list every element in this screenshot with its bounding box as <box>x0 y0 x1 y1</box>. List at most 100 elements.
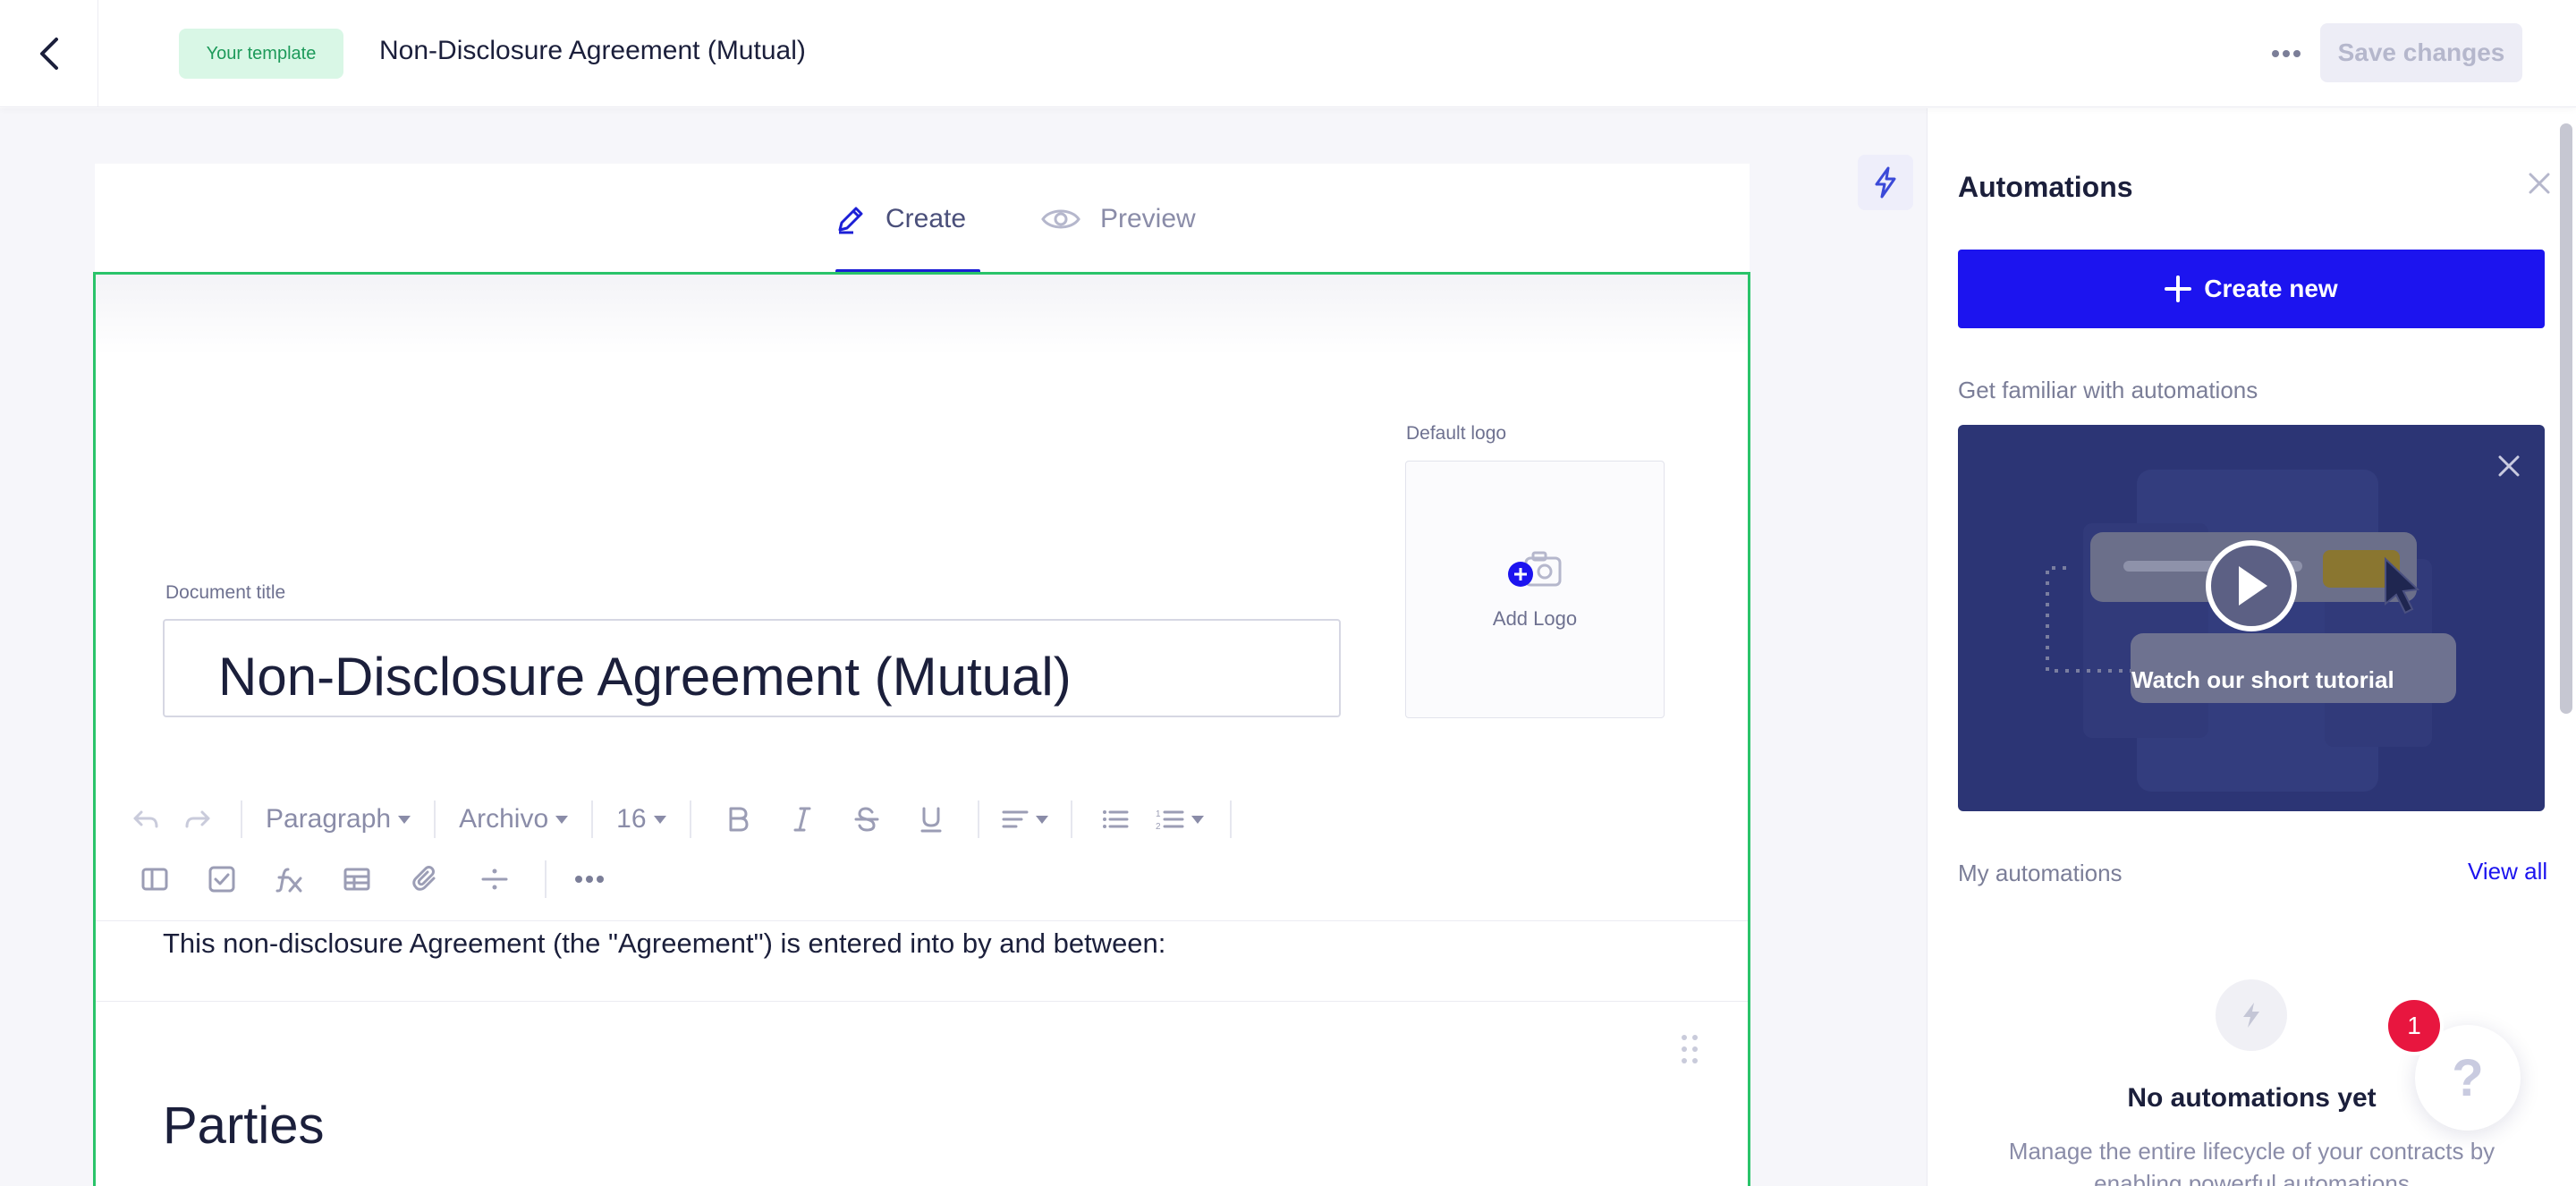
notification-badge: 1 <box>2385 996 2444 1055</box>
toolbar-separator <box>1229 801 1232 838</box>
redo-button[interactable] <box>169 792 226 846</box>
chevron-down-icon <box>398 815 411 824</box>
font-size-value: 16 <box>616 804 647 834</box>
create-new-label: Create new <box>2204 275 2338 302</box>
columns-icon <box>141 868 168 891</box>
toolbar-separator <box>689 801 691 838</box>
block-divider <box>96 1001 1748 1002</box>
tab-create-label: Create <box>886 203 967 233</box>
plus-icon <box>2165 275 2192 302</box>
chevron-down-icon <box>1035 815 1048 824</box>
table-icon <box>343 868 370 891</box>
svg-text:2: 2 <box>1156 822 1161 831</box>
strikethrough-button[interactable] <box>835 792 899 846</box>
attachment-button[interactable] <box>391 852 459 906</box>
pencil-icon <box>838 207 863 233</box>
tab-create[interactable]: Create <box>835 164 980 274</box>
drag-handle[interactable] <box>1679 1033 1700 1065</box>
toolbar-separator <box>434 801 436 838</box>
divider-button[interactable] <box>459 852 530 906</box>
checkbox-icon <box>208 866 235 893</box>
chevron-down-icon <box>653 815 666 824</box>
checkbox-button[interactable] <box>187 852 257 906</box>
strikethrough-icon <box>854 807 879 832</box>
document-name[interactable]: Non-Disclosure Agreement (Mutual) <box>379 36 806 66</box>
more-options-button[interactable] <box>2263 30 2309 77</box>
chevron-down-icon <box>555 815 569 824</box>
automations-toggle-button[interactable] <box>1858 155 1913 210</box>
drag-handle-icon <box>1682 1035 1698 1063</box>
italic-icon <box>793 807 811 832</box>
align-dropdown[interactable] <box>994 792 1056 846</box>
add-logo-label: Add Logo <box>1492 607 1578 630</box>
add-logo-dropzone[interactable]: Add Logo <box>1405 461 1665 718</box>
my-automations-label: My automations <box>1958 860 2123 886</box>
block-style-dropdown[interactable]: Paragraph <box>257 804 419 834</box>
lightning-icon <box>1875 166 1896 199</box>
align-left-icon <box>1002 810 1029 828</box>
more-horizontal-icon <box>575 876 604 883</box>
numbered-list-dropdown[interactable]: 12 <box>1144 792 1216 846</box>
empty-state-description: Manage the entire lifecycle of your cont… <box>2008 1138 2496 1186</box>
more-horizontal-icon <box>2272 50 2301 57</box>
document-title-input[interactable]: Non-Disclosure Agreement (Mutual) <box>163 619 1341 717</box>
tab-preview[interactable]: Preview <box>1041 164 1196 274</box>
view-all-link[interactable]: View all <box>2468 858 2547 885</box>
close-icon <box>2498 455 2520 477</box>
formula-icon <box>275 868 302 893</box>
columns-button[interactable] <box>123 852 187 906</box>
editor-tabs: Create Preview <box>95 164 1750 274</box>
empty-state-icon <box>2216 979 2287 1051</box>
toolbar-separator <box>977 801 979 838</box>
more-tools-button[interactable] <box>561 852 618 906</box>
close-panel-button[interactable] <box>2521 165 2557 201</box>
undo-button[interactable] <box>123 792 169 846</box>
close-icon <box>2529 173 2550 194</box>
template-badge: Your template <box>179 29 343 79</box>
toolbar-separator <box>545 860 547 898</box>
font-family-dropdown[interactable]: Archivo <box>450 804 577 834</box>
toolbar-separator <box>591 801 594 838</box>
font-size-dropdown[interactable]: 16 <box>607 804 674 834</box>
default-logo-label: Default logo <box>1406 423 1507 444</box>
divider-icon <box>481 868 508 890</box>
save-changes-button[interactable]: Save changes <box>2320 23 2522 82</box>
back-button[interactable] <box>0 0 98 107</box>
toolbar-divider <box>96 920 1748 921</box>
paperclip-icon <box>412 866 436 891</box>
italic-button[interactable] <box>770 792 835 846</box>
intro-paragraph[interactable]: This non-disclosure Agreement (the "Agre… <box>163 928 1165 960</box>
undo-icon <box>133 810 158 828</box>
lightning-icon <box>2243 1003 2259 1028</box>
svg-text:1: 1 <box>1156 809 1161 819</box>
create-new-button[interactable]: Create new <box>1958 250 2545 328</box>
document-title-label: Document title <box>165 582 286 603</box>
document-editor: Default logo Add Logo Document title Non… <box>93 272 1750 1186</box>
chevron-left-icon <box>39 38 58 70</box>
font-family-value: Archivo <box>459 804 549 834</box>
familiar-label: Get familiar with automations <box>1958 377 2258 403</box>
chevron-down-icon <box>1191 815 1204 824</box>
bold-icon <box>729 807 749 832</box>
toolbar-separator <box>241 801 242 838</box>
formula-button[interactable] <box>257 852 323 906</box>
bold-button[interactable] <box>706 792 770 846</box>
editor-header-shade <box>96 275 1748 355</box>
section-heading[interactable]: Parties <box>163 1096 325 1156</box>
block-style-value: Paragraph <box>266 804 392 834</box>
bullet-list-icon <box>1102 810 1129 828</box>
underline-icon <box>920 807 942 833</box>
tutorial-video[interactable]: Watch our short tutorial <box>1958 425 2545 811</box>
panel-scrollbar[interactable] <box>2560 123 2572 714</box>
video-caption: Watch our short tutorial <box>2131 666 2394 693</box>
underline-button[interactable] <box>899 792 963 846</box>
table-button[interactable] <box>323 852 391 906</box>
add-image-icon <box>1508 551 1562 587</box>
bullet-list-button[interactable] <box>1087 792 1144 846</box>
redo-icon <box>185 810 210 828</box>
eye-icon <box>1041 209 1080 228</box>
close-video-button[interactable] <box>2493 450 2525 482</box>
help-icon: ? <box>2452 1048 2484 1107</box>
numbered-list-icon: 12 <box>1156 809 1184 831</box>
video-illustration <box>2046 470 2456 792</box>
